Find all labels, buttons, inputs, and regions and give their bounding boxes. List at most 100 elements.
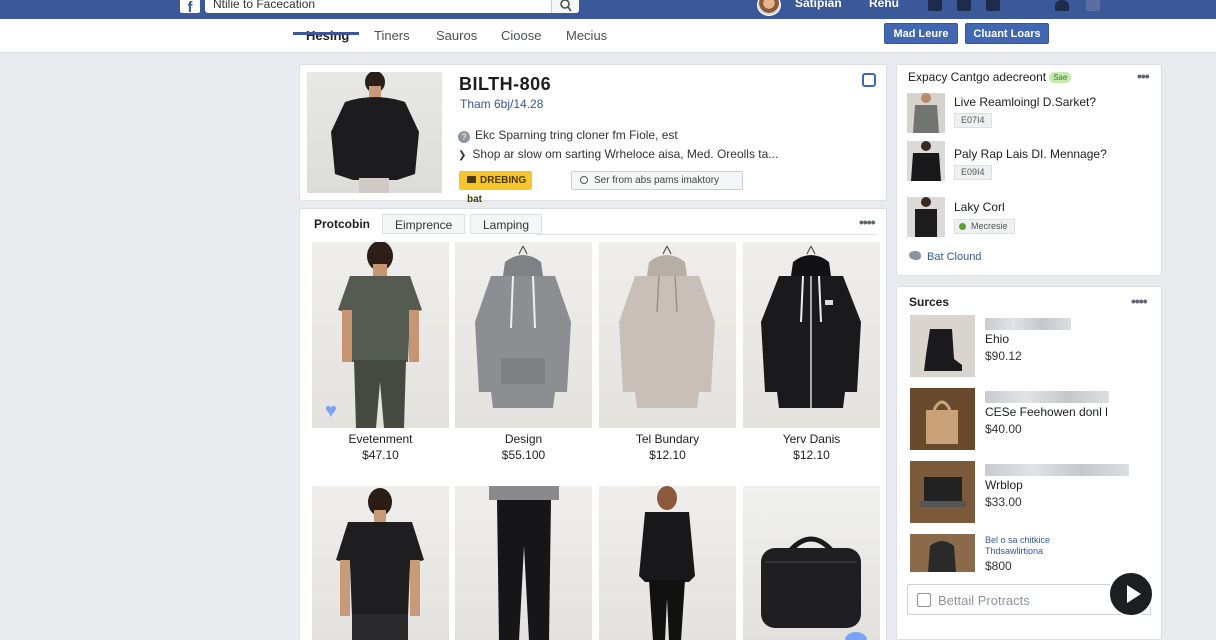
source-name[interactable]: CESe Feehowen donl l <box>985 405 1108 419</box>
product-price: $12.10 <box>649 448 686 462</box>
beige-hoodie-image <box>619 245 715 408</box>
status-badge: Sae <box>1049 72 1072 83</box>
source-thumb[interactable] <box>910 388 975 450</box>
source-thumb[interactable] <box>910 461 975 523</box>
tab-sauros[interactable]: Sauros <box>436 28 477 43</box>
tab-mecius[interactable]: Mecius <box>566 28 607 43</box>
bookmark-icon[interactable] <box>862 73 876 87</box>
black-zip-hoodie-image <box>761 245 861 408</box>
more-options-icon[interactable]: •••• <box>1131 293 1148 309</box>
tab-eimprence[interactable]: Eimprence <box>382 214 466 234</box>
product-header-card: BILTH-806 Tham 6bj/14.28 ? Ekc Sparning t… <box>299 64 887 205</box>
product-tile-gray-hoodie[interactable] <box>455 242 592 428</box>
messages-icon[interactable] <box>957 0 971 11</box>
source-name[interactable]: Wrblop <box>985 478 1023 492</box>
tab-hesing[interactable]: Hesing <box>306 28 349 43</box>
primary-action-button[interactable]: DREBING bat <box>459 171 532 205</box>
suggestion-tag: Mecresie <box>954 219 1015 234</box>
tab-tiners[interactable]: Tiners <box>374 28 410 43</box>
source-price: $40.00 <box>985 422 1022 436</box>
search-input-value: Ntilie to Facecation <box>213 0 316 11</box>
blurred-text <box>985 464 1129 476</box>
product-tile-black-bag[interactable] <box>743 486 880 640</box>
suggestion-thumb[interactable] <box>907 141 945 181</box>
sources-title: Surces <box>909 295 950 309</box>
black-longsleeve-thumb <box>907 141 945 181</box>
top-bar: f Ntilie to Facecation Satipian Rehu <box>0 0 1216 19</box>
suggestion-name[interactable]: Live Reamloingl D.Sarket? <box>954 95 1096 109</box>
home-link[interactable]: Rehu <box>869 0 899 10</box>
product-price: $47.10 <box>362 448 399 462</box>
source-thumb[interactable] <box>910 315 975 377</box>
suggestion-thumb[interactable] <box>907 93 945 133</box>
product-grid-card: Protcobin Eimprence Lamping •••• ♥ Evete… <box>299 208 887 640</box>
user-name-link[interactable]: Satipian <box>795 0 842 10</box>
search-icon <box>560 0 572 12</box>
cluant-loars-button[interactable]: Cluant Loars <box>965 23 1049 44</box>
secondary-action-label: Ser from abs pams imaktory <box>594 175 720 186</box>
product-title: BILTH-806 <box>459 74 552 94</box>
suggestion-name[interactable]: Laky Corl <box>954 200 1005 214</box>
tab-divider <box>537 234 877 235</box>
tab-lamping[interactable]: Lamping <box>470 214 543 234</box>
product-info-text: Ekc Sparning tring cloner fm Fiole, est <box>475 128 678 142</box>
product-name[interactable]: Evetenment <box>312 432 449 446</box>
product-tile-beige-hoodie[interactable] <box>599 242 736 428</box>
search-input[interactable]: Ntilie to Facecation <box>205 0 579 13</box>
friends-icon[interactable] <box>928 0 942 11</box>
source-price: $90.12 <box>985 349 1022 363</box>
product-tile-black-tee[interactable] <box>312 486 449 640</box>
blurred-text <box>985 391 1109 403</box>
product-tile-black-pants[interactable] <box>455 486 592 640</box>
tab-cioose[interactable]: Cioose <box>501 28 541 43</box>
source-thumb[interactable] <box>910 534 975 572</box>
avatar[interactable] <box>757 0 781 16</box>
product-shop-text: Shop ar slow om sarting Wrheloce aisa, M… <box>472 147 779 161</box>
source-name[interactable]: Ehio <box>985 332 1009 346</box>
settings-icon[interactable] <box>1086 0 1100 11</box>
account-icon[interactable] <box>1055 0 1069 11</box>
notifications-icon[interactable] <box>986 0 1000 11</box>
leaf-icon <box>959 223 966 230</box>
sweater-image <box>331 72 419 193</box>
product-tile-black-zip-hoodie[interactable] <box>743 242 880 428</box>
image-icon <box>917 593 931 607</box>
suggestion-thumb[interactable] <box>907 197 945 237</box>
black-pants-model-image <box>489 486 559 640</box>
tab-protcobin[interactable]: Protcobin <box>302 214 382 234</box>
suggestions-card: Expacy Cantgo adecreont Sae ••• Live Ream… <box>896 64 1162 276</box>
product-subtitle: Tham 6bj/14.28 <box>460 97 544 111</box>
backpack-thumb <box>910 534 975 572</box>
product-tile-black-jacket[interactable] <box>599 486 736 640</box>
suggestion-tag: E09I4 <box>954 165 992 180</box>
black-jacket-model-image <box>639 486 695 640</box>
suggestion-name[interactable]: Paly Rap Lais DI. Mennage? <box>954 147 1107 161</box>
gray-tee-thumb <box>907 93 945 133</box>
product-info-line: ? Ekc Sparning tring cloner fm Fiole, est <box>458 128 678 143</box>
chevron-down-icon: ❯ <box>458 150 467 161</box>
source-name[interactable]: Bel o sa chitkice Thdsawlirtiona <box>985 535 1050 557</box>
blurred-text <box>985 318 1071 330</box>
suggestion-tag: E07I4 <box>954 113 992 128</box>
secondary-action-button[interactable]: Ser from abs pams imaktory <box>571 171 743 190</box>
product-tile-tshirt[interactable]: ♥ <box>312 242 449 428</box>
mad-leure-button[interactable]: Mad Leure <box>884 23 958 44</box>
black-boot-thumb <box>910 315 975 377</box>
more-options-icon[interactable]: ••• <box>1137 68 1150 84</box>
gray-hoodie-image <box>475 245 571 408</box>
suggestions-title-text: Expacy Cantgo adecreont <box>908 70 1047 84</box>
more-options-icon[interactable]: •••• <box>859 214 876 230</box>
product-name[interactable]: Design <box>455 432 592 446</box>
search-button[interactable] <box>551 0 579 13</box>
product-name[interactable]: Yerv Danis <box>743 432 880 446</box>
product-name[interactable]: Tel Bundary <box>599 432 736 446</box>
facebook-logo-icon[interactable]: f <box>180 0 200 15</box>
laptop-thumb <box>910 461 975 523</box>
favorite-heart-icon[interactable]: ♥ <box>325 401 343 421</box>
suggestion-tag-text: Mecresie <box>971 221 1008 231</box>
footer-link[interactable]: Bat Clound <box>909 251 981 263</box>
search-products-placeholder: Bettail Protracts <box>938 593 1030 608</box>
link-icon <box>580 176 588 184</box>
play-button[interactable] <box>1108 571 1154 617</box>
product-image[interactable] <box>307 72 442 193</box>
